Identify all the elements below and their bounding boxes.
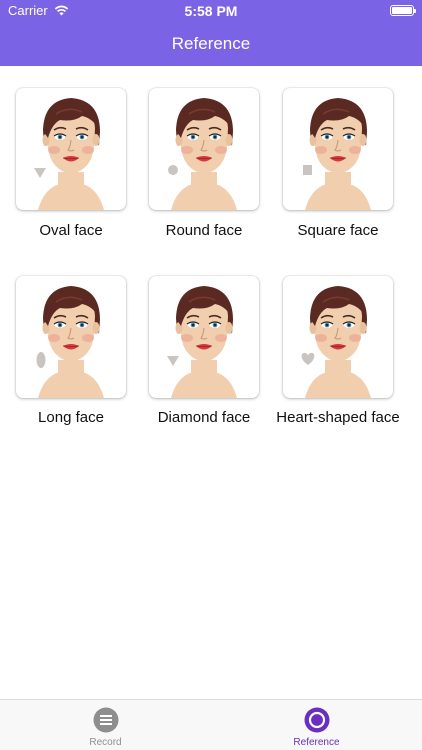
face-illustration [301, 286, 371, 398]
tab-record[interactable]: Record [0, 700, 211, 750]
heart-icon [301, 352, 315, 365]
face-card-oval[interactable] [16, 88, 126, 210]
square-icon [303, 165, 312, 175]
face-card-heart[interactable] [283, 276, 393, 398]
battery-icon [390, 5, 416, 16]
triangle-icon [167, 356, 179, 366]
status-time: 5:58 PM [184, 3, 238, 19]
face-illustration [168, 98, 237, 210]
face-card-square[interactable] [283, 88, 393, 210]
face-label-square: Square face [297, 222, 379, 239]
ring-icon [304, 707, 330, 733]
circle-icon [168, 165, 178, 175]
face-label-oval: Oval face [39, 222, 103, 239]
ellipse-icon [36, 352, 46, 368]
face-illustration [36, 286, 104, 398]
face-card-long[interactable] [16, 276, 126, 398]
face-illustration [167, 286, 237, 398]
tab-bar: Record Reference [0, 699, 422, 750]
page-title: Reference [171, 34, 251, 53]
menu-lines-icon [93, 707, 119, 733]
nav-bar: Reference [0, 22, 422, 66]
tab-reference-label: Reference [293, 737, 340, 748]
triangle-icon [34, 168, 46, 178]
tab-reference[interactable]: Reference [211, 700, 422, 750]
face-label-heart: Heart-shaped face [276, 409, 400, 426]
status-bar: Carrier 5:58 PM [0, 0, 422, 22]
tab-record-label: Record [89, 737, 122, 748]
face-card-diamond[interactable] [149, 276, 259, 398]
face-illustration [303, 98, 371, 210]
face-card-round[interactable] [149, 88, 259, 210]
face-label-round: Round face [165, 222, 243, 239]
face-illustration [34, 98, 104, 210]
face-label-long: Long face [38, 409, 104, 426]
face-label-diamond: Diamond face [157, 409, 251, 426]
